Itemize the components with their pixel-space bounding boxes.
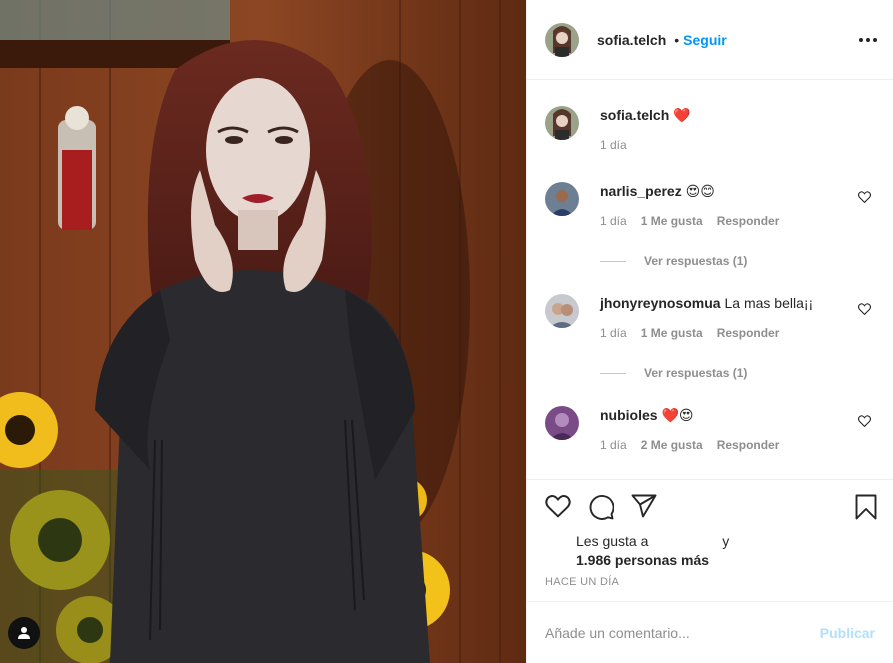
comment-likes[interactable]: 1 Me gusta xyxy=(641,326,703,340)
user-tag-button[interactable] xyxy=(8,617,40,649)
comment-time[interactable]: 1 día xyxy=(600,438,627,452)
view-replies-button[interactable]: Ver respuestas (1) xyxy=(600,366,747,380)
more-options-icon[interactable] xyxy=(859,32,877,48)
caption-text: ❤️ xyxy=(673,107,691,123)
follow-button[interactable]: Seguir xyxy=(683,32,727,48)
heart-icon[interactable] xyxy=(858,415,871,427)
post-time[interactable]: HACE UN DÍA xyxy=(545,576,619,588)
post-username[interactable]: sofia.telch xyxy=(597,32,666,48)
comment-text: ❤️😍 xyxy=(661,407,694,423)
bookmark-icon[interactable] xyxy=(855,494,877,520)
user-tag-icon xyxy=(18,627,30,639)
post-photo[interactable] xyxy=(0,0,526,663)
add-comment-bar: Añade un comentario... Publicar xyxy=(527,601,893,663)
avatar[interactable] xyxy=(545,406,579,440)
separator-dot: • xyxy=(674,31,680,48)
avatar[interactable] xyxy=(545,182,579,216)
post-image xyxy=(0,0,526,663)
avatar[interactable] xyxy=(545,22,579,57)
view-replies-label: Ver respuestas (1) xyxy=(644,254,748,268)
view-replies-label: Ver respuestas (1) xyxy=(644,366,748,380)
comment-time[interactable]: 1 día xyxy=(600,214,627,228)
share-icon[interactable] xyxy=(631,494,657,518)
comment-likes[interactable]: 1 Me gusta xyxy=(641,214,703,228)
likes-count[interactable]: 1.986 personas más xyxy=(576,551,729,570)
comment-username[interactable]: narlis_perez xyxy=(600,183,682,199)
post-actions: Les gusta a y 1.986 personas más HACE UN… xyxy=(527,479,893,601)
caption-username[interactable]: sofia.telch xyxy=(600,107,669,123)
comment-time[interactable]: 1 día xyxy=(600,326,627,340)
post-side-panel: sofia.telch • Seguir sofia.telch ❤️ 1 dí… xyxy=(526,0,893,663)
reply-button[interactable]: Responder xyxy=(717,214,780,228)
likes-connector: y xyxy=(722,533,730,549)
publish-button[interactable]: Publicar xyxy=(820,625,875,641)
comment-text: La mas bella¡¡ xyxy=(724,295,814,311)
comment-icon[interactable] xyxy=(588,494,614,520)
comment-text: 😍😊 xyxy=(685,183,715,199)
caption-time[interactable]: 1 día xyxy=(600,138,627,152)
like-heart-icon[interactable] xyxy=(545,494,571,518)
heart-icon[interactable] xyxy=(858,191,871,203)
comment-username[interactable]: nubioles xyxy=(600,407,658,423)
likes-summary[interactable]: Les gusta a y 1.986 personas más xyxy=(576,532,729,570)
comment-input[interactable]: Añade un comentario... xyxy=(545,625,820,641)
comments-list[interactable]: sofia.telch ❤️ 1 día narlis_perez 😍😊 1 d… xyxy=(527,80,893,479)
post-header: sofia.telch • Seguir xyxy=(527,0,893,80)
reply-button[interactable]: Responder xyxy=(717,326,780,340)
comment-likes[interactable]: 2 Me gusta xyxy=(641,438,703,452)
view-replies-button[interactable]: Ver respuestas (1) xyxy=(600,254,747,268)
heart-icon[interactable] xyxy=(858,303,871,315)
likes-prefix: Les gusta a xyxy=(576,533,649,549)
comment-username[interactable]: jhonyreynosomua xyxy=(600,295,721,311)
reply-button[interactable]: Responder xyxy=(717,438,780,452)
avatar[interactable] xyxy=(545,294,579,328)
avatar[interactable] xyxy=(545,106,579,140)
